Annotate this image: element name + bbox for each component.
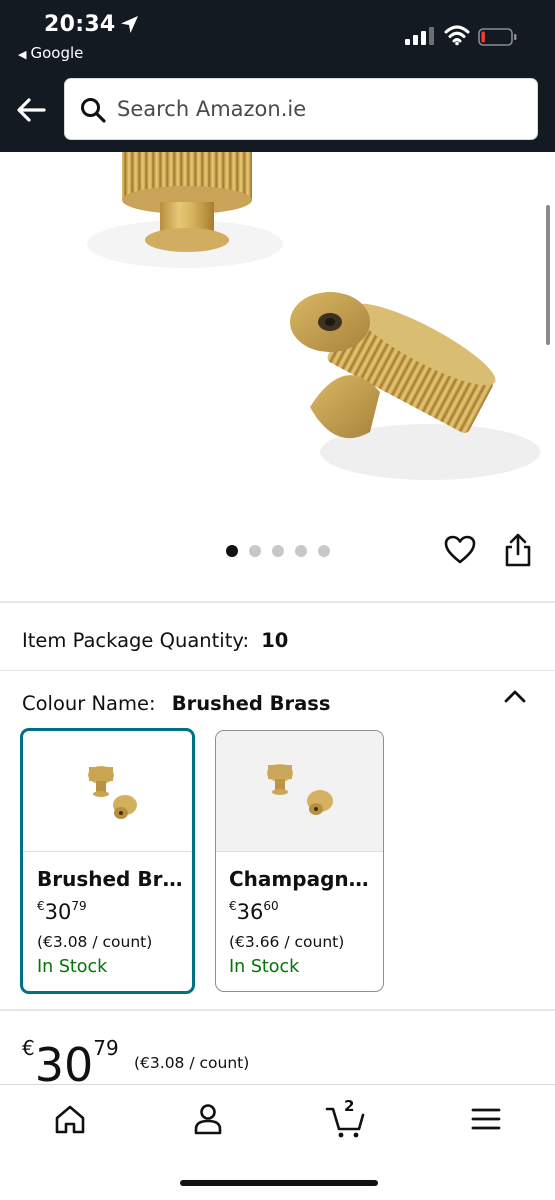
- heart-icon[interactable]: [444, 534, 476, 566]
- price-cents: 60: [263, 899, 279, 913]
- product-image: [87, 152, 540, 480]
- price-unit-price: (€3.08 / count): [134, 1054, 250, 1072]
- currency-symbol: €: [22, 1036, 35, 1060]
- pagination-dot[interactable]: [249, 545, 261, 557]
- page-scrollbar[interactable]: [546, 205, 550, 345]
- back-arrow-icon[interactable]: [14, 92, 50, 128]
- swatch-unit-price: (€3.08 / count): [37, 933, 153, 951]
- package-quantity-row[interactable]: Item Package Quantity: 10: [22, 629, 288, 652]
- location-arrow-icon: [121, 16, 138, 33]
- swatch-divider: [23, 851, 192, 852]
- colour-name-row: Colour Name: Brushed Brass: [22, 692, 330, 715]
- price-cents: 79: [71, 899, 87, 913]
- swatch-stock-status: In Stock: [229, 957, 300, 977]
- pagination-dot[interactable]: [295, 545, 307, 557]
- search-input[interactable]: [117, 79, 527, 139]
- menu-icon[interactable]: [464, 1099, 508, 1139]
- swatch-stock-status: In Stock: [37, 957, 108, 977]
- back-to-app-link[interactable]: ◀ Google: [18, 44, 83, 62]
- pagination-dot[interactable]: [272, 545, 284, 557]
- price-cents: 79: [93, 1036, 119, 1060]
- image-pagination[interactable]: [226, 545, 330, 557]
- currency-symbol: €: [37, 899, 45, 913]
- package-quantity-label: Item Package Quantity:: [22, 629, 250, 652]
- swatch-unit-price: (€3.66 / count): [229, 933, 345, 951]
- swatch-divider: [216, 851, 383, 852]
- cart-count-badge: 2: [344, 1097, 355, 1115]
- search-icon: [81, 98, 106, 123]
- divider: [0, 670, 555, 671]
- colour-name-label: Colour Name:: [22, 692, 156, 715]
- cart-button[interactable]: 2: [324, 1097, 368, 1139]
- share-icon[interactable]: [502, 532, 534, 568]
- home-indicator[interactable]: [180, 1180, 378, 1186]
- divider: [0, 1009, 555, 1011]
- wifi-icon: [444, 25, 470, 46]
- price-whole: 30: [44, 900, 72, 924]
- home-icon[interactable]: [48, 1099, 92, 1139]
- swatch-price: €3079: [37, 899, 87, 924]
- battery-icon: [478, 28, 517, 46]
- swatch-thumbnail: [88, 766, 137, 819]
- app-header: 20:34 ◀ Google: [0, 0, 555, 152]
- swatch-name: Brushed Br…: [37, 867, 183, 891]
- account-icon[interactable]: [186, 1099, 230, 1139]
- package-quantity-value: 10: [261, 629, 289, 652]
- search-bar[interactable]: [64, 78, 538, 140]
- swatch-thumbnail: [216, 731, 383, 851]
- swatch-name: Champagn…: [229, 867, 369, 891]
- colour-option-champagne[interactable]: Champagn… €3660 (€3.66 / count) In Stock: [215, 730, 384, 992]
- chevron-up-icon[interactable]: [503, 686, 527, 706]
- price-whole: 36: [236, 900, 264, 924]
- back-app-label: Google: [30, 44, 84, 62]
- divider: [0, 601, 555, 603]
- product-image-gallery[interactable]: [0, 152, 555, 602]
- swatch-price: €3660: [229, 899, 279, 924]
- cellular-signal-icon: [405, 27, 434, 45]
- back-triangle-icon: ◀: [18, 48, 27, 61]
- currency-symbol: €: [229, 899, 237, 913]
- pagination-dot[interactable]: [226, 545, 238, 557]
- colour-option-brushed-brass[interactable]: Brushed Br… €3079 (€3.08 / count) In Sto…: [20, 728, 195, 994]
- colour-name-value: Brushed Brass: [171, 692, 331, 715]
- status-time: 20:34: [44, 12, 116, 37]
- pagination-dot[interactable]: [318, 545, 330, 557]
